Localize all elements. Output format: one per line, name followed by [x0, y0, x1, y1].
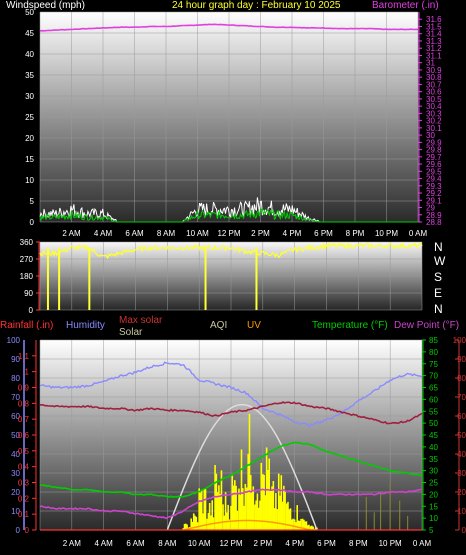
temp-tick-label: 85	[429, 336, 438, 345]
solar-tick-label: 70	[457, 393, 466, 402]
windspeed-tick-label: 25	[25, 113, 34, 122]
sensor-x-tick-label: 4 PM	[285, 539, 304, 548]
sensor-x-tick-label: 8 PM	[349, 539, 368, 548]
direction-tick-label: 270	[20, 255, 34, 264]
temp-tick-label: 20	[429, 490, 438, 499]
sensor-x-tick-label: 4 AM	[95, 539, 114, 548]
windspeed-tick-label: 20	[25, 134, 34, 143]
solar-tick-label: 80	[457, 374, 466, 383]
windspeed-tick-label: 45	[25, 29, 34, 38]
humidity-tick-label: 80	[11, 374, 20, 383]
temp-tick-label: 55	[429, 407, 438, 416]
rain-tick-label: 0.7	[18, 415, 30, 424]
solar-tick-label: 10	[457, 507, 466, 516]
temp-tick-label: 15	[429, 502, 438, 511]
wind-x-tick-label: 0 AM	[409, 229, 428, 238]
windspeed-tick-label: 10	[25, 176, 34, 185]
temp-tick-label: 25	[429, 479, 438, 488]
windspeed-tick-label: 15	[25, 155, 34, 164]
direction-tick-label: 180	[20, 272, 34, 281]
solar-tick-label: 50	[457, 431, 466, 440]
sensor-x-tick-label: 12 PM	[219, 539, 242, 548]
rain-tick-label: 0.5	[18, 447, 30, 456]
wind-x-tick-label: 2 PM	[251, 229, 270, 238]
temp-tick-label: 80	[429, 348, 438, 357]
rain-tick-label: 0.9	[18, 384, 30, 393]
sensor-x-tick-label: 6 AM	[126, 539, 145, 548]
weather-charts: 0510152025303540455028.828.92929.129.229…	[7, 8, 466, 548]
direction-tick-label: 0	[29, 306, 34, 315]
rain-tick-label: 0.3	[18, 479, 30, 488]
sensor-x-tick-label: 2 PM	[253, 539, 272, 548]
wind-x-tick-label: 12 PM	[217, 229, 240, 238]
wind-x-tick-label: 4 AM	[94, 229, 113, 238]
windspeed-tick-label: 5	[30, 197, 35, 206]
solar-tick-label: 40	[457, 450, 466, 459]
temp-tick-label: 35	[429, 455, 438, 464]
solar-tick-label: 60	[457, 412, 466, 421]
barometer-tick-label: 31.6	[426, 15, 442, 24]
sensor-x-tick-label: 10 AM	[188, 539, 211, 548]
wind-x-tick-label: 2 AM	[62, 229, 81, 238]
direction-tick-label: 90	[24, 289, 33, 298]
windspeed-tick-label: 50	[25, 8, 34, 17]
sensor-x-tick-label: 8 AM	[158, 539, 177, 548]
temp-tick-label: 70	[429, 372, 438, 381]
windspeed-tick-label: 40	[25, 50, 34, 59]
temp-tick-label: 50	[429, 419, 438, 428]
rain-tick-label: 0.6	[18, 431, 30, 440]
rain-tick-label: 1	[25, 368, 30, 377]
direction-tick-label: 360	[20, 238, 34, 247]
wind-x-tick-label: 6 AM	[125, 229, 144, 238]
wind-x-tick-label: 10 PM	[375, 229, 398, 238]
sensor-x-tick-label: 0 AM	[413, 539, 432, 548]
solar-tick-label: 90	[457, 355, 466, 364]
sensor-x-tick-label: 2 AM	[63, 539, 82, 548]
temp-tick-label: 60	[429, 395, 438, 404]
temp-tick-label: 75	[429, 360, 438, 369]
solar-tick-label: 30	[457, 469, 466, 478]
rain-tick-label: 0.2	[18, 494, 30, 503]
wind-x-tick-label: 4 PM	[283, 229, 302, 238]
temp-tick-label: 5	[429, 526, 434, 535]
rain-tick-label: 0.4	[18, 463, 30, 472]
windspeed-tick-label: 35	[25, 71, 34, 80]
humidity-tick-label: 0	[16, 526, 21, 535]
temp-tick-label: 30	[429, 467, 438, 476]
humidity-tick-label: 100	[7, 336, 21, 345]
wind-x-tick-label: 8 AM	[157, 229, 176, 238]
rain-tick-label: 1.1	[18, 352, 30, 361]
sensor-x-tick-label: 10 PM	[379, 539, 402, 548]
windspeed-tick-label: 0	[30, 218, 35, 227]
wind-x-tick-label: 6 PM	[314, 229, 333, 238]
temp-tick-label: 65	[429, 384, 438, 393]
sensor-x-tick-label: 6 PM	[317, 539, 336, 548]
wind-x-tick-label: 10 AM	[186, 229, 209, 238]
temp-tick-label: 40	[429, 443, 438, 452]
solar-tick-label: 20	[457, 488, 466, 497]
rain-tick-label: 0.1	[18, 510, 30, 519]
temp-tick-label: 45	[429, 431, 438, 440]
solar-tick-label: 0	[462, 526, 466, 535]
windspeed-tick-label: 30	[25, 92, 34, 101]
temp-tick-label: 10	[429, 514, 438, 523]
rain-tick-label: 0	[25, 526, 30, 535]
wind-x-tick-label: 8 PM	[346, 229, 365, 238]
rain-tick-label: 0.8	[18, 399, 30, 408]
